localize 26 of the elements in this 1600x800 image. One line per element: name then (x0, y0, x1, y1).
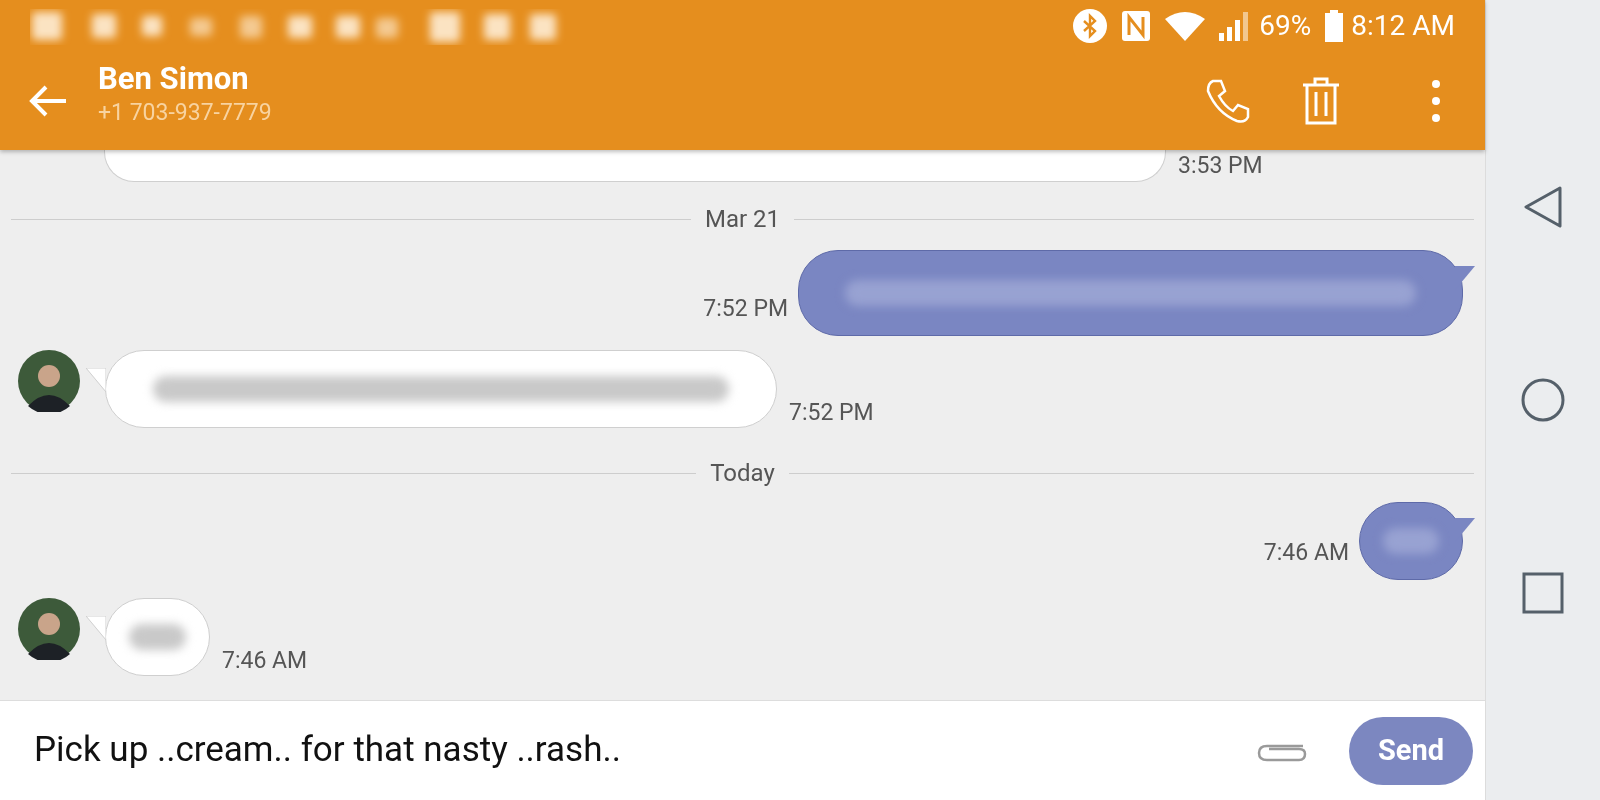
message-input[interactable]: Pick up ..cream.. for that nasty ..rash.. (34, 724, 1255, 777)
bluetooth-icon (1073, 9, 1108, 43)
phone-number: +1 703-937-7779 (98, 98, 272, 128)
contact-name: Ben Simon (98, 60, 250, 98)
timestamp: 3:53 PM (1178, 150, 1263, 181)
more-options-icon[interactable] (1431, 79, 1441, 123)
back-icon[interactable] (1523, 186, 1563, 228)
date-divider: Today (709, 458, 776, 489)
home-icon[interactable] (1521, 378, 1565, 422)
timestamp: 7:52 PM (703, 293, 788, 324)
battery-percent: 69% (1259, 8, 1312, 44)
nfc-icon (1121, 10, 1152, 42)
date-divider: Mar 21 (703, 204, 782, 235)
battery-icon (1325, 10, 1344, 42)
timestamp: 7:46 AM (222, 645, 308, 676)
wifi-icon (1165, 11, 1206, 41)
avatar (18, 350, 80, 412)
avatar (18, 598, 80, 660)
timestamp: 7:46 AM (1263, 537, 1349, 568)
blurred-text (129, 624, 186, 650)
clock: 8:12 AM (1351, 8, 1455, 44)
blurred-text (1382, 528, 1440, 554)
back-arrow-icon[interactable] (28, 85, 68, 117)
timestamp: 7:52 PM (789, 397, 874, 428)
delete-icon[interactable] (1301, 76, 1341, 126)
recent-apps-icon[interactable] (1522, 572, 1564, 614)
